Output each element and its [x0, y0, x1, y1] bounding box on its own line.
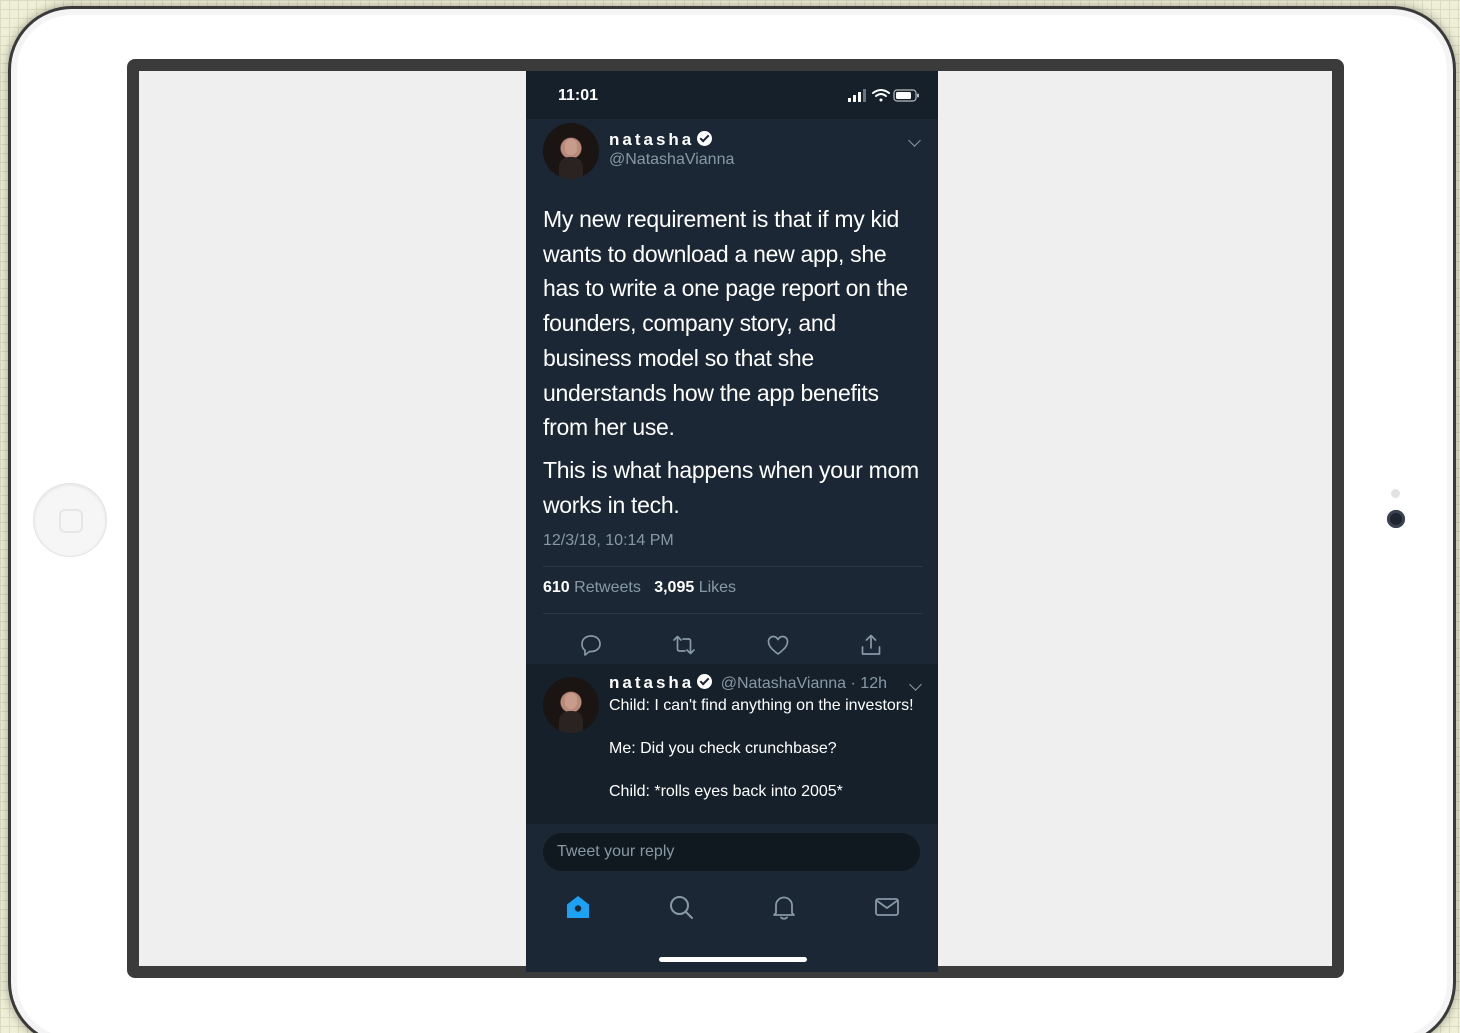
home-icon[interactable]: [564, 893, 592, 921]
tablet-home-button[interactable]: [33, 483, 107, 557]
phone-app: 11:01 natasha @NatashaVianna My new requ…: [526, 71, 938, 972]
author-name[interactable]: natasha: [609, 130, 694, 149]
avatar[interactable]: [543, 123, 599, 179]
reply-header: natasha @NatashaVianna · 12h: [609, 673, 887, 693]
tweet-body: My new requirement is that if my kid wan…: [543, 202, 928, 522]
reply-icon[interactable]: [579, 633, 603, 657]
reply-input[interactable]: [543, 833, 920, 871]
avatar[interactable]: [543, 677, 599, 733]
reply-line: Me: Did you check crunchbase?: [609, 740, 837, 757]
like-icon[interactable]: [766, 633, 790, 657]
status-time: 11:01: [558, 87, 599, 104]
status-icons: [848, 89, 919, 102]
retweet-icon[interactable]: [672, 633, 696, 657]
author-name-row: natasha: [609, 130, 713, 150]
main-tweet[interactable]: natasha @NatashaVianna My new requiremen…: [526, 119, 938, 664]
retweet-label[interactable]: Retweets: [574, 579, 641, 596]
verified-badge-icon: [697, 674, 713, 689]
tweet-paragraph: My new requirement is that if my kid wan…: [543, 206, 908, 441]
signal-icon: [848, 89, 866, 102]
wifi-icon: [872, 89, 890, 102]
home-indicator[interactable]: [659, 957, 807, 962]
like-count[interactable]: 3,095: [654, 579, 694, 596]
battery-icon: [893, 89, 919, 102]
chevron-down-icon[interactable]: [908, 134, 921, 147]
messages-icon[interactable]: [873, 893, 901, 921]
reply-line: Child: I can't find anything on the inve…: [609, 697, 914, 714]
divider: [543, 566, 923, 567]
notifications-icon[interactable]: [770, 893, 798, 921]
reply-tweet[interactable]: natasha @NatashaVianna · 12h Child: I ca…: [526, 664, 938, 824]
tablet-camera: [1387, 510, 1405, 528]
reply-composer: [526, 824, 938, 972]
tweet-stats: 610 Retweets 3,095 Likes: [543, 579, 736, 597]
reply-handle-time[interactable]: @NatashaVianna · 12h: [721, 675, 887, 692]
tablet-sensor: [1391, 489, 1400, 498]
divider: [543, 613, 923, 614]
like-label[interactable]: Likes: [699, 579, 736, 596]
tweet-timestamp: 12/3/18, 10:14 PM: [543, 532, 674, 549]
share-icon[interactable]: [859, 633, 883, 657]
reply-line: Child: *rolls eyes back into 2005*: [609, 783, 843, 800]
search-icon[interactable]: [667, 893, 695, 921]
tweet-paragraph: This is what happens when your mom works…: [543, 456, 919, 518]
tweet-actions: [526, 625, 938, 665]
verified-badge-icon: [697, 131, 713, 146]
tab-bar: [526, 884, 938, 928]
status-bar: 11:01: [526, 71, 938, 119]
chevron-down-icon[interactable]: [909, 678, 922, 691]
reply-body: Child: I can't find anything on the inve…: [609, 695, 919, 803]
retweet-count[interactable]: 610: [543, 579, 570, 596]
reply-author-name[interactable]: natasha: [609, 673, 694, 692]
author-handle[interactable]: @NatashaVianna: [609, 151, 734, 169]
